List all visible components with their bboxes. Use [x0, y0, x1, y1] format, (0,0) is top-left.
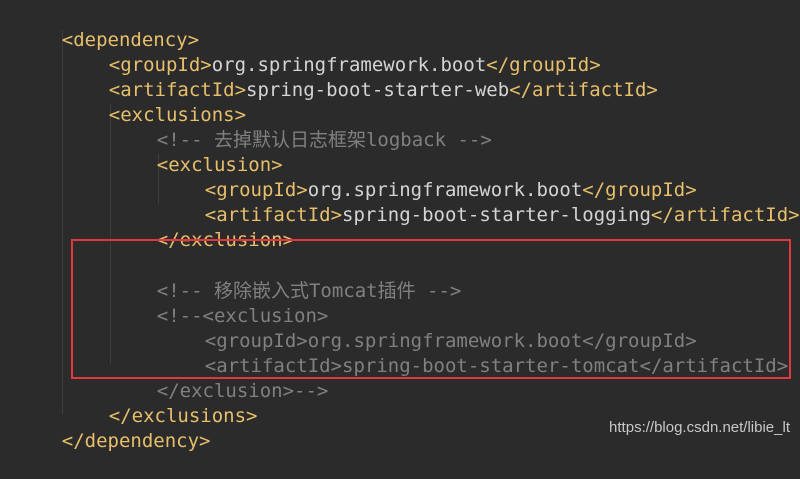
code-line: <groupId>org.springframework.boot</group… [63, 28, 601, 76]
code-line: </exclusions> [63, 379, 258, 427]
xml-tag: </dependency> [61, 430, 211, 452]
code-line: <exclusions> [63, 78, 246, 126]
xml-text: spring-boot-starter-logging [342, 204, 651, 226]
code-line: </exclusion> [111, 203, 294, 251]
code-line: <groupId>org.springframework.boot</group… [159, 153, 697, 201]
code-line: <!-- 去掉默认日志框架logback --> [111, 103, 492, 151]
code-line: <exclusion> [111, 128, 283, 176]
code-editor[interactable]: <dependency> <groupId>org.springframewor… [0, 0, 800, 452]
code-line: <dependency> [16, 3, 199, 51]
watermark: https://blog.csdn.net/libie_lt [609, 419, 790, 436]
xml-tag: </artifactId> [650, 204, 800, 226]
code-line: <artifactId>spring-boot-starter-web</art… [63, 53, 658, 101]
code-line: </dependency> [16, 404, 211, 452]
code-line: <artifactId>spring-boot-starter-logging<… [159, 178, 800, 226]
xml-tag: </artifactId> [509, 79, 658, 101]
highlight-box [71, 239, 791, 379]
xml-text: spring-boot-starter-web [246, 79, 510, 101]
